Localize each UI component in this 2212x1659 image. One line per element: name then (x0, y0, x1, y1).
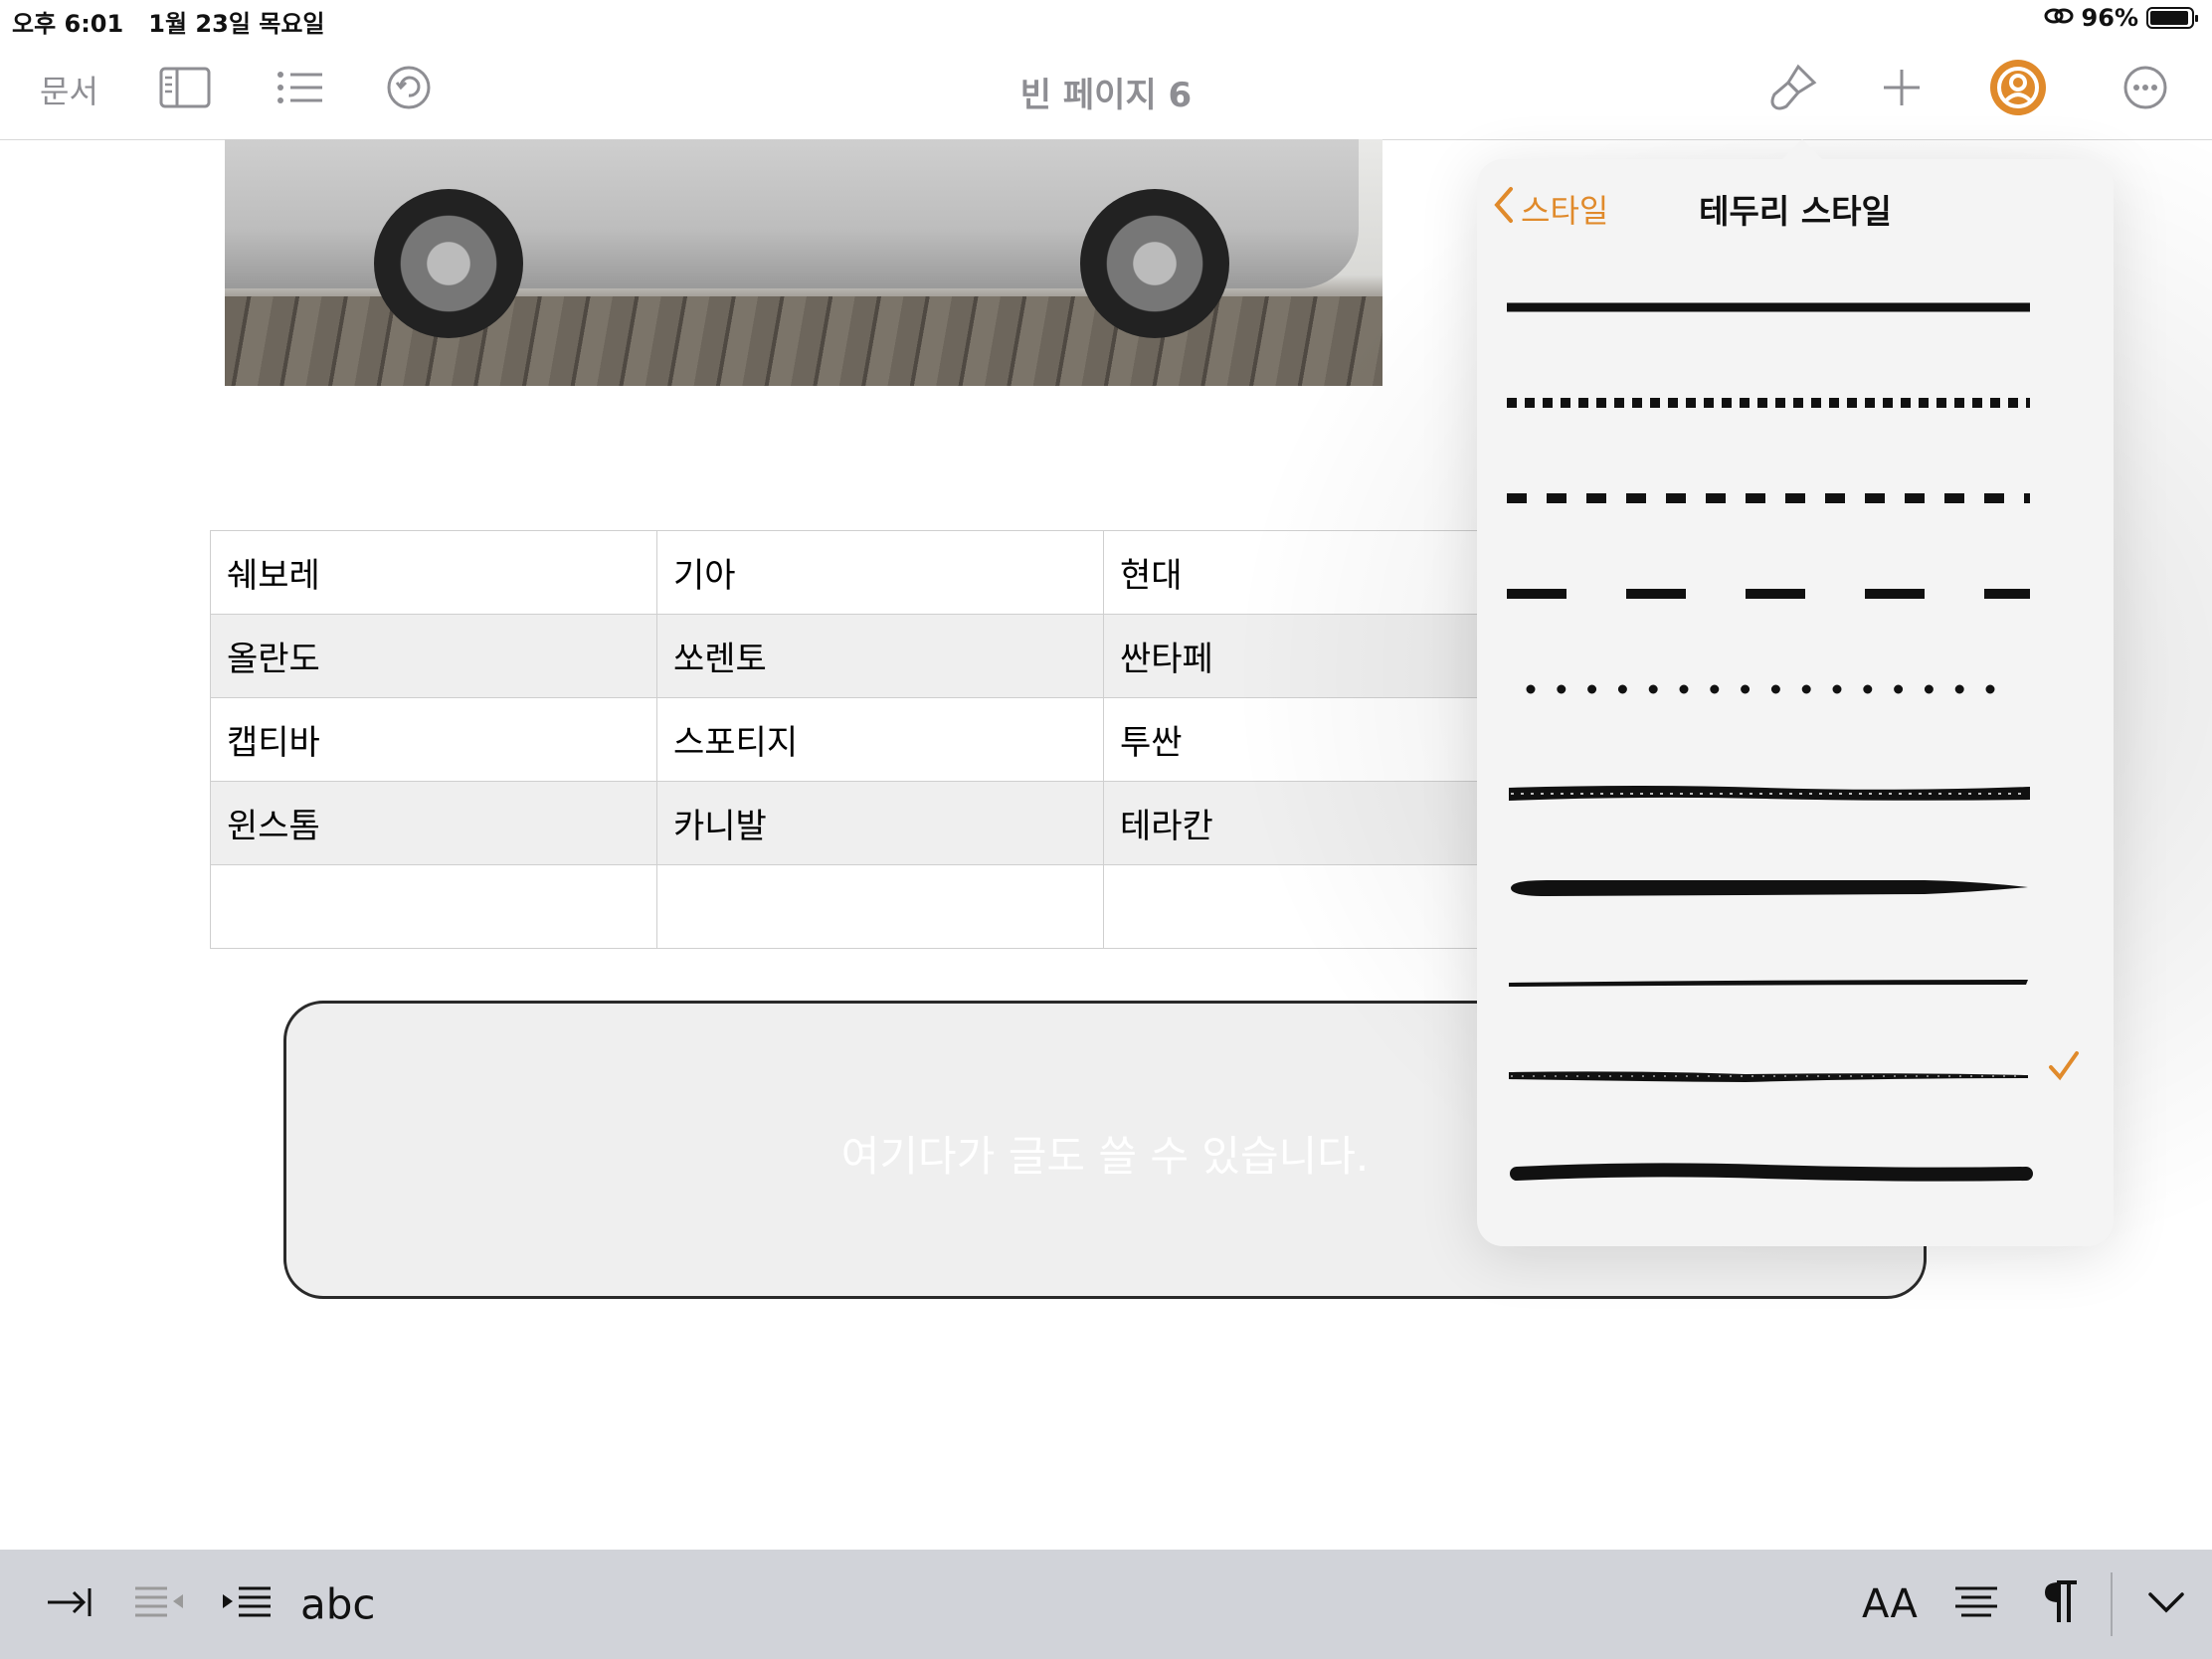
tab-indent-icon[interactable] (46, 1584, 93, 1624)
border-style-dashed-long[interactable] (1507, 574, 2034, 614)
table-cell[interactable]: 윈스톰 (210, 781, 657, 865)
table-cell[interactable]: 기아 (656, 530, 1104, 615)
table-cell[interactable] (656, 864, 1104, 949)
table-cell[interactable]: 카니발 (656, 781, 1104, 865)
more-icon[interactable] (2122, 65, 2168, 114)
checkmark-icon (2046, 1048, 2082, 1094)
align-icon[interactable] (1953, 1584, 1999, 1624)
table-cell[interactable]: 스포티지 (656, 697, 1104, 782)
border-style-pencil-thin[interactable] (1507, 963, 2034, 1003)
collaborate-icon[interactable] (1987, 57, 2049, 122)
border-style-popover: 스타일 테두리 스타일 (1477, 139, 2114, 1246)
link-icon (2044, 4, 2074, 32)
table-cell[interactable]: 올란도 (210, 614, 657, 698)
keyboard-shortcut-bar: abc AA (0, 1550, 2212, 1659)
paragraph-icon[interactable] (2043, 1580, 2079, 1628)
battery-icon (2146, 7, 2198, 29)
border-style-brush-dry[interactable] (1507, 1056, 2034, 1096)
border-style-dotted-square[interactable] (1507, 383, 2034, 423)
outdent-icon[interactable] (133, 1584, 185, 1624)
status-bar: 오후 6:01 1월 23일 목요일 96% (0, 0, 2212, 40)
status-time: 오후 6:01 (12, 10, 124, 38)
table-cell[interactable]: 쉐보레 (210, 530, 657, 615)
border-style-dotted-round[interactable] (1507, 669, 2034, 709)
table-cell[interactable]: 쏘렌토 (656, 614, 1104, 698)
format-brush-icon[interactable] (1768, 63, 1818, 116)
divider (2111, 1572, 2113, 1636)
table-cell[interactable] (210, 864, 657, 949)
battery-percent: 96% (2081, 4, 2138, 32)
font-size-button[interactable]: AA (1862, 1581, 1918, 1627)
spellcheck-button[interactable]: abc (300, 1580, 376, 1629)
add-icon[interactable] (1882, 68, 1922, 111)
border-style-brush-taper[interactable] (1507, 868, 2034, 908)
toolbar: 문서 빈 페이지 6 (0, 40, 2212, 140)
popover-title: 테두리 스타일 (1699, 192, 1892, 231)
indent-icon[interactable] (221, 1584, 273, 1624)
hide-keyboard-icon[interactable] (2146, 1590, 2186, 1618)
border-style-dashed-short[interactable] (1507, 478, 2034, 518)
border-style-solid[interactable] (1507, 287, 2034, 327)
border-style-crayon-round[interactable] (1507, 1154, 2034, 1194)
document-title: 빈 페이지 6 (1019, 76, 1193, 115)
border-style-brush-rough[interactable] (1507, 774, 2034, 814)
status-date: 1월 23일 목요일 (148, 10, 325, 38)
table-cell[interactable]: 캡티바 (210, 697, 657, 782)
